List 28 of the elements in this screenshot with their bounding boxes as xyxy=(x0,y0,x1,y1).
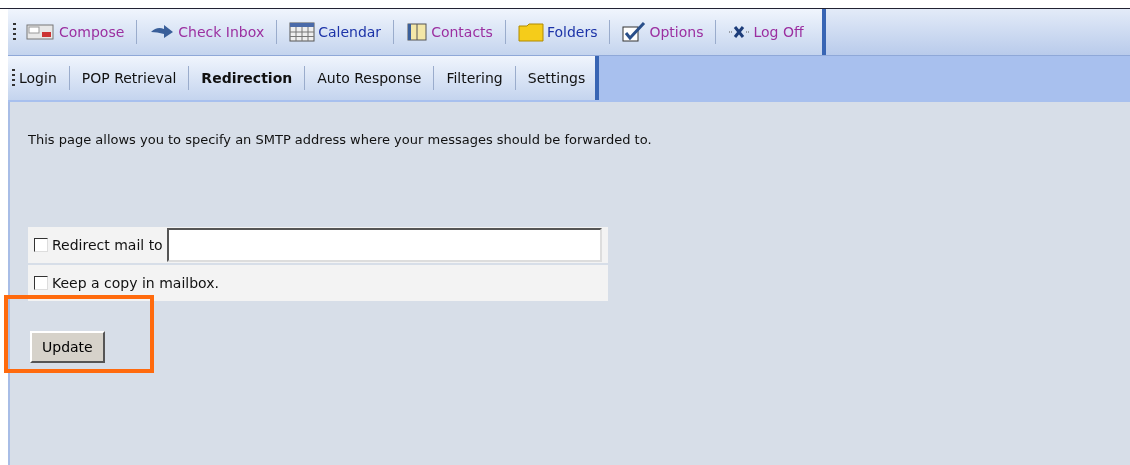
checkbox-label: Redirect mail to xyxy=(52,237,163,253)
grip-icon xyxy=(13,23,16,41)
toolbar-link[interactable]: Check Inbox xyxy=(149,24,265,40)
toolbar-link[interactable]: Calendar xyxy=(289,22,382,42)
x-icon xyxy=(728,25,751,39)
tab[interactable]: Filtering xyxy=(446,70,503,86)
book-icon xyxy=(406,22,429,42)
update-button[interactable]: Update xyxy=(30,331,105,363)
description-text: This page allows you to specify an SMTP address where your messages should be forwarded to. xyxy=(28,132,653,147)
checkmark-icon xyxy=(622,22,647,42)
toolbar-link[interactable]: Compose xyxy=(26,23,125,41)
calendar-icon xyxy=(289,22,316,42)
tab[interactable]: Settings xyxy=(527,70,586,86)
toolbar-link[interactable]: Log Off xyxy=(728,24,804,40)
tab[interactable]: Auto Response xyxy=(317,70,422,86)
tab[interactable]: Redirection xyxy=(201,70,293,86)
tab[interactable]: POP Retrieval xyxy=(81,70,177,86)
toolbar-link[interactable]: Folders xyxy=(517,22,598,42)
tab[interactable]: Login xyxy=(19,70,57,86)
envelope-icon xyxy=(26,23,56,41)
checkbox[interactable] xyxy=(34,238,48,252)
toolbar-link[interactable]: Options xyxy=(622,22,704,42)
checkbox[interactable] xyxy=(34,276,48,290)
grip-icon xyxy=(12,69,15,87)
input-field[interactable] xyxy=(166,228,602,262)
folder-icon xyxy=(517,22,544,42)
toolbar-link[interactable]: Contacts xyxy=(406,22,493,42)
checkbox-label: Keep a copy in mailbox. xyxy=(52,275,219,291)
